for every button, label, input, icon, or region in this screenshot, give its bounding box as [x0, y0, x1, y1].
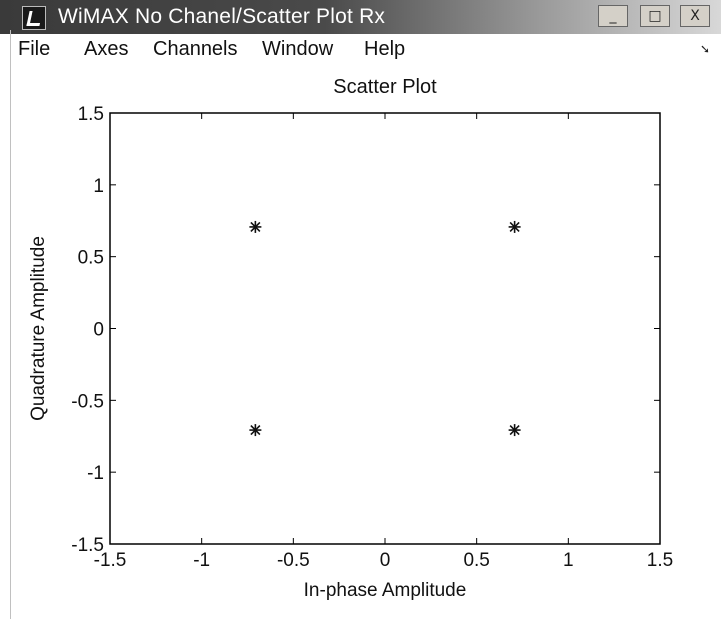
y-tick-label: -1.5: [71, 535, 104, 556]
x-tick-label: 0.5: [463, 550, 489, 571]
y-tick-label: 1: [93, 176, 104, 197]
scatter-point: [249, 220, 262, 233]
x-tick-label: -1: [193, 550, 210, 571]
x-axis-label: In-phase Amplitude: [304, 580, 467, 601]
y-tick-label: -0.5: [71, 391, 104, 412]
x-tick-label: 1: [563, 550, 574, 571]
plot-title: Scatter Plot: [333, 76, 437, 98]
y-tick-label: 1.5: [78, 104, 104, 125]
x-tick-label: 0: [380, 550, 391, 571]
scatter-plot: Scatter Plot -1.5 -1 -0.5 0 0.5 1 1.5 -1.5-1-0…: [28, 76, 673, 601]
y-axis-label: Quadrature Amplitude: [28, 236, 49, 421]
y-tick-label: -1: [87, 463, 104, 484]
x-tick-label: -0.5: [277, 550, 310, 571]
scatter-point: [508, 424, 521, 437]
y-tick-label: 0.5: [78, 248, 104, 269]
figure-window: WiMAX No Chanel/Scatter Plot Rx _ □ X Fi…: [0, 0, 721, 619]
axes-box[interactable]: [109, 112, 661, 545]
scatter-point: [508, 220, 521, 233]
scatter-point: [249, 424, 262, 437]
y-tick-label: 0: [93, 320, 104, 341]
x-tick-label: 1.5: [647, 550, 673, 571]
